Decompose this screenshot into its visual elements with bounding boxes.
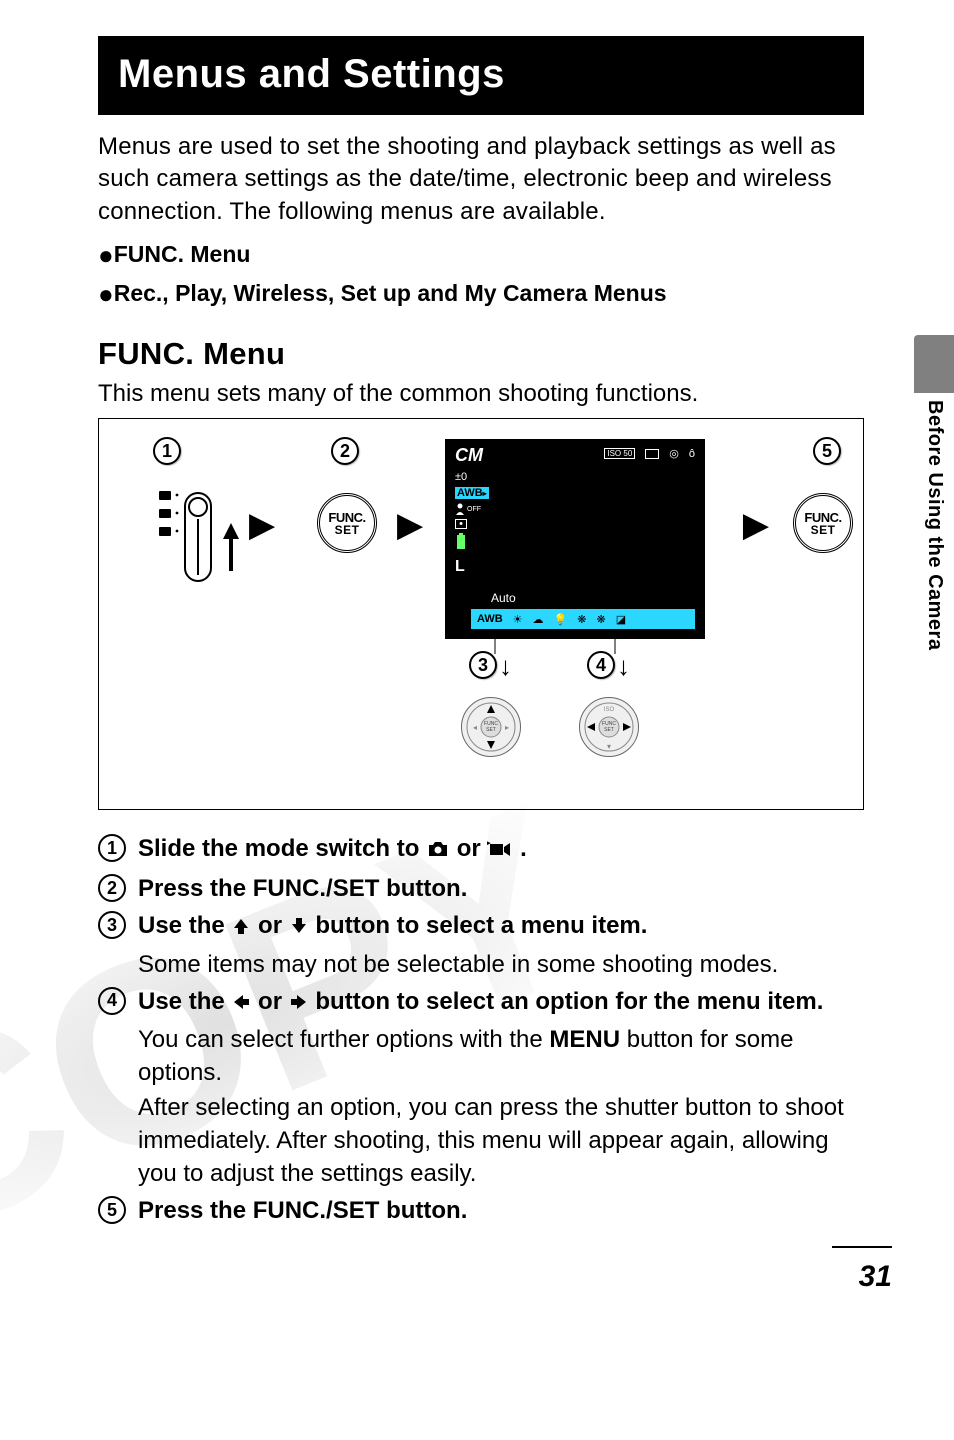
list-item: 1 Slide the mode switch to or ▸ . xyxy=(98,832,864,868)
arrow-right-icon xyxy=(289,988,309,1021)
step-text: Press the FUNC./SET button. xyxy=(138,1194,864,1227)
func-set-button-icon: FUNC. SET xyxy=(793,493,853,553)
nav-dial-leftright-icon: FUNC SET ISO ▾ xyxy=(579,697,639,757)
arrow-down-icon: ↓ xyxy=(499,651,512,682)
arrow-down-icon xyxy=(289,912,309,945)
bullet-dot-icon: ● xyxy=(98,240,114,270)
step-number: 2 xyxy=(98,874,126,902)
list-item: 3 Use the or button to select a menu ite… xyxy=(98,909,864,980)
svg-text:SET: SET xyxy=(486,727,496,733)
footer-rule xyxy=(832,1246,892,1248)
page-number: 31 xyxy=(859,1260,892,1294)
camera-mode-icon xyxy=(426,835,450,868)
arrow-up-icon xyxy=(231,912,251,945)
section-sub: This menu sets many of the common shooti… xyxy=(98,380,864,408)
step-number: 4 xyxy=(98,987,126,1015)
step-text: Slide the mode switch to or ▸ . xyxy=(138,832,864,868)
list-item: 2 Press the FUNC./SET button. xyxy=(98,872,864,905)
step-note: You can select further options with the … xyxy=(138,1023,864,1089)
step-note: Some items may not be selectable in some… xyxy=(138,948,864,981)
svg-text:SET: SET xyxy=(604,727,614,733)
arrow-right-icon: ▶ xyxy=(249,505,275,545)
bullet-item: ●FUNC. Menu xyxy=(98,236,864,275)
arrow-right-icon: ▶ xyxy=(743,505,769,545)
svg-text:▸: ▸ xyxy=(487,840,491,847)
step-number: 3 xyxy=(98,911,126,939)
bullet-text: Rec., Play, Wireless, Set up and My Came… xyxy=(114,280,667,306)
section-heading: FUNC. Menu xyxy=(98,336,864,372)
step-text: Press the FUNC./SET button. xyxy=(138,872,864,905)
step-text: Use the or button to select an option fo… xyxy=(138,985,864,1021)
movie-mode-icon: ▸ xyxy=(487,835,513,868)
mode-switch-illustration xyxy=(151,479,241,595)
step-number: 1 xyxy=(98,834,126,862)
svg-text:◂: ◂ xyxy=(473,723,477,732)
bullet-dot-icon: ● xyxy=(98,279,114,309)
bullet-item: ●Rec., Play, Wireless, Set up and My Cam… xyxy=(98,275,864,314)
arrow-right-icon: ▶ xyxy=(397,505,423,545)
func-menu-diagram: 1 2 5 3 4 ▶ ▶ ▶ xyxy=(98,418,864,810)
bullet-list: ●FUNC. Menu ●Rec., Play, Wireless, Set u… xyxy=(98,236,864,314)
arrow-left-icon xyxy=(231,988,251,1021)
connector-lines xyxy=(445,439,705,679)
nav-dial-updown-icon: FUNC SET ◂ ▸ xyxy=(461,697,521,757)
svg-text:▾: ▾ xyxy=(607,742,611,751)
page-content: Menus and Settings Menus are used to set… xyxy=(0,0,954,1227)
step-text: Use the or button to select a menu item. xyxy=(138,909,864,945)
bullet-text: FUNC. Menu xyxy=(114,241,251,267)
arrow-down-icon: ↓ xyxy=(617,651,630,682)
step-note: After selecting an option, you can press… xyxy=(138,1091,864,1190)
list-item: 5 Press the FUNC./SET button. xyxy=(98,1194,864,1227)
svg-text:▸: ▸ xyxy=(505,723,509,732)
svg-text:ISO: ISO xyxy=(604,707,615,713)
callout-5-icon: 5 xyxy=(813,437,841,465)
page-title: Menus and Settings xyxy=(98,36,864,115)
callout-1-icon: 1 xyxy=(153,437,181,465)
steps-list: 1 Slide the mode switch to or ▸ . 2 xyxy=(98,832,864,1227)
intro-paragraph: Menus are used to set the shooting and p… xyxy=(98,131,864,228)
list-item: 4 Use the or button to select an option … xyxy=(98,985,864,1191)
func-set-button-icon: FUNC. SET xyxy=(317,493,377,553)
step-number: 5 xyxy=(98,1196,126,1224)
callout-2-icon: 2 xyxy=(331,437,359,465)
